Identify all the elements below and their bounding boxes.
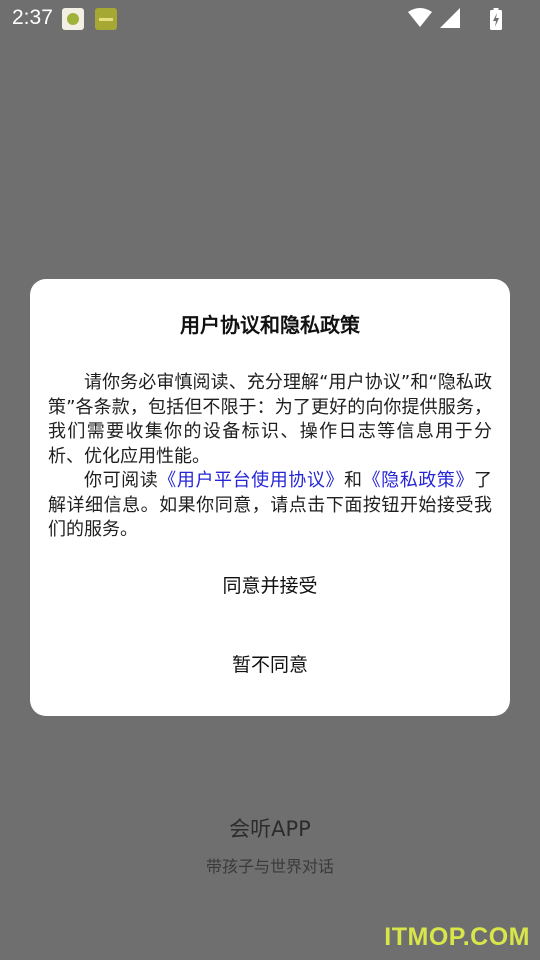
battery-charging-icon [490,8,502,30]
status-bar: 2:37 [0,0,540,36]
status-time: 2:37 [12,6,53,29]
dialog-body: 请你务必审慎阅读、充分理解“用户协议”和“隐私政策”各条款，包括但不限于：为了更… [48,371,492,543]
decline-button[interactable]: 暂不同意 [30,642,510,688]
paragraph-text: 你可阅读 [84,470,159,491]
watermark: ITMOP.COM [384,923,530,951]
links-paragraph: 你可阅读《用户平台使用协议》和《隐私政策》了解详细信息。如果你同意，请点击下面按… [48,469,492,543]
privacy-policy-link[interactable]: 《隐私政策》 [363,470,474,491]
dialog-title: 用户协议和隐私政策 [180,313,360,337]
app-notification-icon [95,8,117,30]
app-notification-icon [62,8,84,30]
wifi-icon [408,8,432,27]
app-name: 会听APP [229,817,311,841]
paragraph-text: 和 [344,470,363,491]
accept-button[interactable]: 同意并接受 [30,563,510,609]
cellular-signal-icon [440,8,460,28]
app-slogan: 带孩子与世界对话 [205,857,334,876]
agreement-paragraph: 请你务必审慎阅读、充分理解“用户协议”和“隐私政策”各条款，包括但不限于：为了更… [48,372,492,467]
agreement-dialog: 用户协议和隐私政策 请你务必审慎阅读、充分理解“用户协议”和“隐私政策”各条款，… [30,279,510,716]
user-agreement-link[interactable]: 《用户平台使用协议》 [158,470,344,491]
